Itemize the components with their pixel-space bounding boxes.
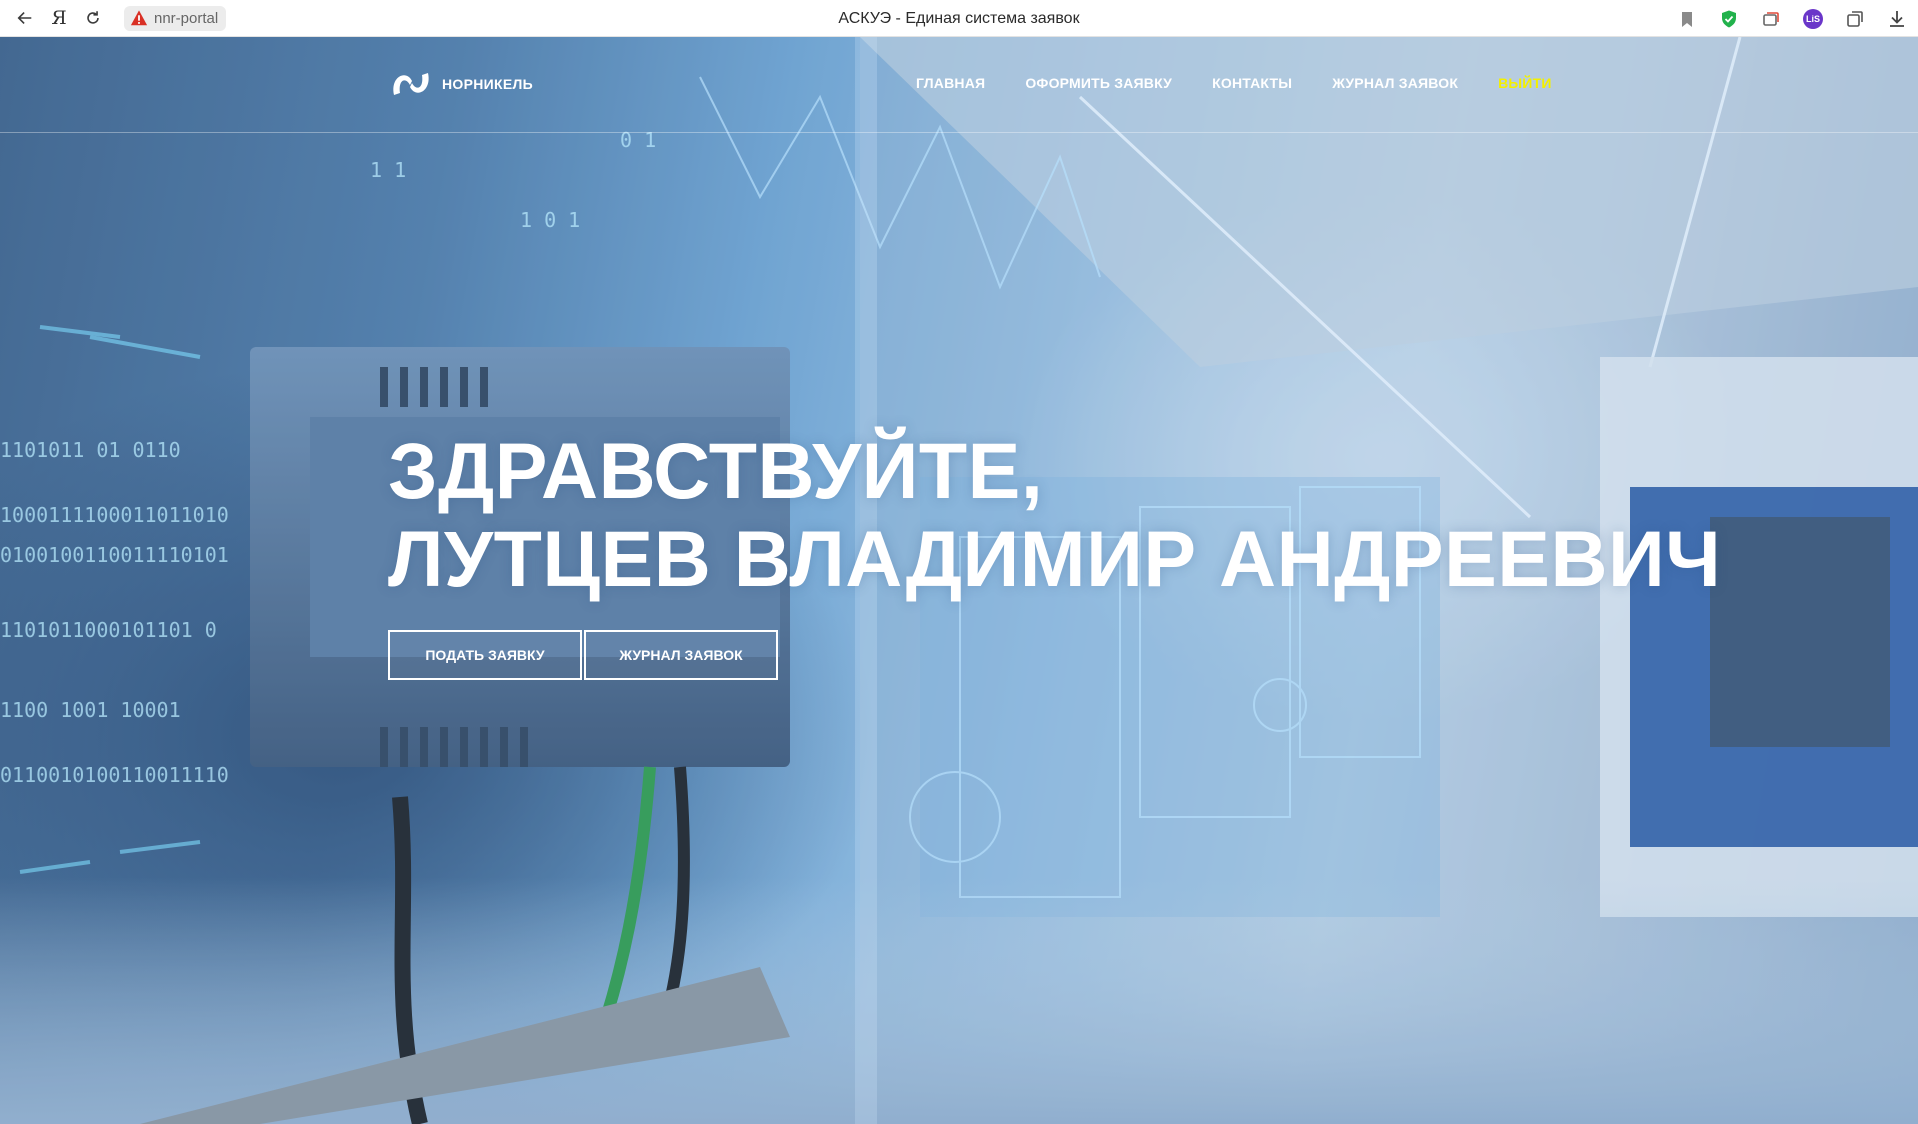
menu-item-logout[interactable]: ВЫЙТИ [1498, 75, 1552, 91]
submit-request-button[interactable]: ПОДАТЬ ЗАЯВКУ [388, 630, 582, 680]
download-icon [1890, 10, 1904, 27]
menu-item-requests-journal[interactable]: ЖУРНАЛ ЗАЯВОК [1332, 75, 1458, 91]
url-text: nnr-portal [154, 9, 219, 27]
profile-button[interactable]: LiS [1802, 8, 1824, 30]
menu-item-home[interactable]: ГЛАВНАЯ [916, 75, 985, 91]
reload-icon [87, 11, 99, 24]
yandex-icon: Я [51, 7, 67, 29]
site-header: НОРНИКЕЛЬ ГЛАВНАЯ ОФОРМИТЬ ЗАЯВКУ КОНТАК… [0, 37, 1918, 133]
tabs-icon [1847, 10, 1863, 27]
warning-icon [130, 9, 148, 27]
requests-journal-button[interactable]: ЖУРНАЛ ЗАЯВОК [584, 630, 778, 680]
back-arrow-icon [17, 12, 32, 24]
hero-section: 1101011 01 0110 1000111100011011010 0100… [0, 37, 1918, 1124]
collections-icon [1763, 11, 1779, 26]
shield-check-icon [1722, 10, 1736, 27]
bookmark-button[interactable] [1676, 8, 1698, 30]
hero-actions: ПОДАТЬ ЗАЯВКУ ЖУРНАЛ ЗАЯВОК [388, 630, 778, 680]
greeting-user-name: ЛУТЦЕВ ВЛАДИМИР АНДРЕЕВИЧ [388, 514, 1722, 603]
yandex-button[interactable]: Я [42, 3, 76, 33]
bookmark-icon [1682, 11, 1692, 27]
browser-toolbar-right: LiS [1676, 0, 1908, 37]
back-button[interactable] [8, 3, 42, 33]
browser-toolbar: Я nnr-portal LiS [0, 0, 1918, 37]
address-bar[interactable]: nnr-portal [124, 5, 227, 31]
protect-button[interactable] [1718, 8, 1740, 30]
nornickel-logo-icon [388, 67, 434, 101]
profile-avatar: LiS [1803, 8, 1823, 29]
main-menu: ГЛАВНАЯ ОФОРМИТЬ ЗАЯВКУ КОНТАКТЫ ЖУРНАЛ … [916, 75, 1552, 91]
tabs-button[interactable] [1844, 8, 1866, 30]
collections-button[interactable] [1760, 8, 1782, 30]
menu-item-create-request[interactable]: ОФОРМИТЬ ЗАЯВКУ [1025, 75, 1172, 91]
site-logo[interactable]: НОРНИКЕЛЬ [388, 67, 533, 101]
menu-item-contacts[interactable]: КОНТАКТЫ [1212, 75, 1292, 91]
brand-name: НОРНИКЕЛЬ [442, 76, 533, 92]
greeting-line-1: ЗДРАВСТВУЙТЕ, [388, 426, 1044, 515]
reload-button[interactable] [76, 3, 110, 33]
hero-greeting: ЗДРАВСТВУЙТЕ, ЛУТЦЕВ ВЛАДИМИР АНДРЕЕВИЧ [388, 427, 1721, 603]
downloads-button[interactable] [1886, 8, 1908, 30]
